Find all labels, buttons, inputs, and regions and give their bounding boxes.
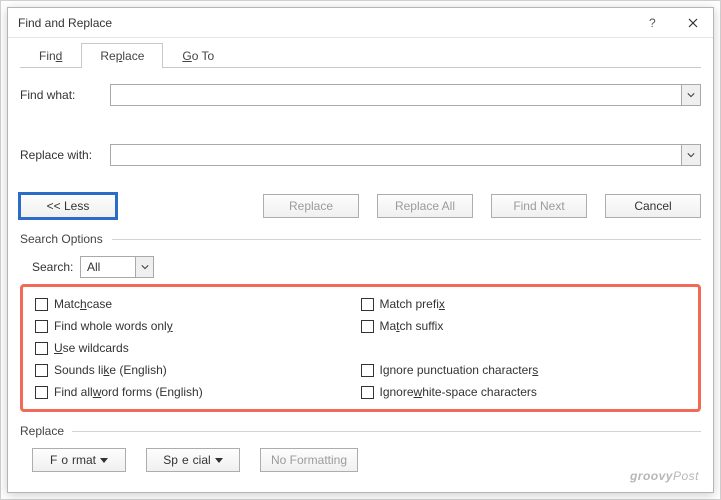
close-button[interactable] [673, 8, 713, 38]
check-match-prefix[interactable]: Match prefix [361, 293, 687, 315]
help-button[interactable]: ? [633, 8, 673, 38]
dialog-body: Find Replace Go To Find what: Replace wi… [8, 38, 713, 492]
replace-with-row: Replace with: [20, 144, 701, 166]
find-what-combo [110, 84, 701, 106]
help-icon: ? [648, 18, 658, 28]
titlebar: Find and Replace ? [8, 8, 713, 38]
check-ignore-punct[interactable]: Ignore punctuation characters [361, 359, 687, 381]
less-button[interactable]: << Less [20, 194, 116, 218]
cancel-button[interactable]: Cancel [605, 194, 701, 218]
chevron-down-icon [141, 263, 149, 271]
checkbox-icon [35, 364, 48, 377]
checkbox-icon [35, 298, 48, 311]
search-options-highlight: Match case Find whole words only Use wil… [20, 284, 701, 412]
search-direction-select[interactable]: All [80, 256, 154, 278]
checkbox-icon [361, 298, 374, 311]
no-formatting-button[interactable]: No Formatting [260, 448, 358, 472]
options-column-right: Match prefix Match suffix . Ignore punct… [361, 293, 687, 403]
special-dropdown-button[interactable]: Special [146, 448, 240, 472]
search-direction-value: All [81, 260, 135, 274]
replace-all-button[interactable]: Replace All [377, 194, 473, 218]
caret-down-icon [100, 458, 108, 463]
checkbox-icon [35, 386, 48, 399]
tab-find[interactable]: Find [20, 43, 81, 68]
chevron-down-icon [687, 151, 695, 159]
search-options-label: Search Options [20, 232, 701, 246]
find-what-dropdown[interactable] [681, 84, 701, 106]
format-button-row: Format Special No Formatting [20, 448, 701, 472]
check-whole-words[interactable]: Find whole words only [35, 315, 361, 337]
replace-with-input[interactable] [110, 144, 681, 166]
replace-with-combo [110, 144, 701, 166]
check-ignore-whitespace[interactable]: Ignore white-space characters [361, 381, 687, 403]
check-match-case[interactable]: Match case [35, 293, 361, 315]
chevron-down-icon [687, 91, 695, 99]
check-wildcards[interactable]: Use wildcards [35, 337, 361, 359]
check-word-forms[interactable]: Find all word forms (English) [35, 381, 361, 403]
dialog-find-replace: Find and Replace ? Find Replace Go To Fi… [7, 7, 714, 493]
find-what-row: Find what: [20, 84, 701, 106]
checkbox-icon [361, 364, 374, 377]
checkbox-icon [361, 386, 374, 399]
search-direction-label: Search: [32, 260, 80, 274]
replace-section-label: Replace [20, 424, 701, 438]
search-direction-row: Search: All [20, 256, 701, 278]
svg-text:?: ? [649, 18, 656, 28]
screenshot-frame: Find and Replace ? Find Replace Go To Fi… [0, 0, 721, 500]
checkbox-icon [35, 342, 48, 355]
tabstrip: Find Replace Go To [20, 40, 701, 68]
action-button-row: << Less Replace Replace All Find Next Ca… [20, 194, 701, 218]
replace-button[interactable]: Replace [263, 194, 359, 218]
checkbox-icon [361, 320, 374, 333]
tab-goto[interactable]: Go To [163, 43, 233, 68]
format-dropdown-button[interactable]: Format [32, 448, 126, 472]
check-match-suffix[interactable]: Match suffix [361, 315, 687, 337]
find-what-label: Find what: [20, 88, 110, 102]
options-column-left: Match case Find whole words only Use wil… [35, 293, 361, 403]
find-next-button[interactable]: Find Next [491, 194, 587, 218]
checkbox-icon [35, 320, 48, 333]
replace-with-dropdown[interactable] [681, 144, 701, 166]
close-icon [688, 18, 698, 28]
caret-down-icon [215, 458, 223, 463]
watermark: groovyPost [630, 467, 699, 484]
tab-replace[interactable]: Replace [81, 43, 163, 68]
find-what-input[interactable] [110, 84, 681, 106]
check-sounds-like[interactable]: Sounds like (English) [35, 359, 361, 381]
replace-with-label: Replace with: [20, 148, 110, 162]
search-direction-dropdown [135, 257, 153, 277]
dialog-title: Find and Replace [18, 16, 633, 30]
